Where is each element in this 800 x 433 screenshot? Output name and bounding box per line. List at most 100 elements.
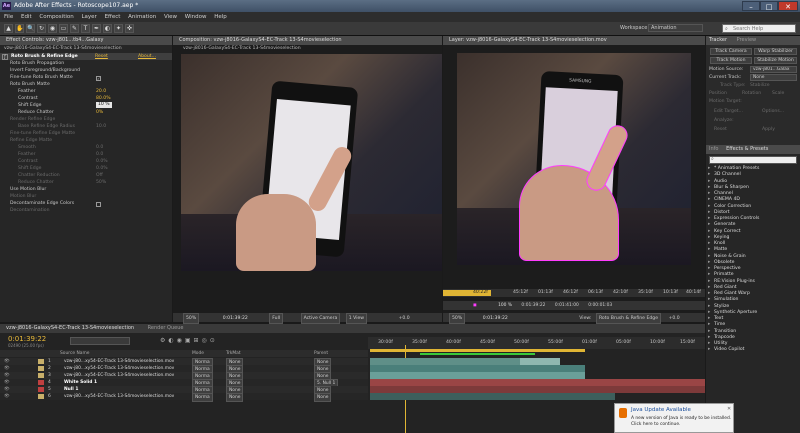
clone-tool-icon[interactable]: ◐ — [103, 24, 112, 33]
roto-overlay-icon[interactable]: ◼ — [473, 303, 477, 308]
zoom-tool-icon[interactable]: 🔍 — [26, 24, 35, 33]
layer-out-time[interactable]: 0:00:01:03 — [588, 303, 612, 308]
layer-in-time[interactable]: 0:01:39:22 — [521, 303, 545, 308]
effects-search-input[interactable]: ⌕ — [709, 156, 797, 164]
camera-tool-icon[interactable]: ◉ — [48, 24, 57, 33]
comp-zoom-dropdown[interactable]: 50% — [183, 313, 200, 324]
tab-render-queue[interactable]: Render Queue — [148, 325, 184, 331]
menu-file[interactable]: File — [4, 14, 13, 20]
layer-color-label[interactable] — [38, 366, 44, 371]
layer-color-label[interactable] — [38, 380, 44, 385]
layer-zoom-dropdown[interactable]: 50% — [449, 313, 466, 324]
layer-row[interactable]: 👁 5 Null 1 Norma None None — [0, 386, 368, 395]
eye-icon[interactable]: 👁 — [4, 372, 10, 379]
layer-row[interactable]: 👁 4 White Solid 1 Norma None 5. Null 1 — [0, 379, 368, 388]
layer-time-ruler[interactable]: 40:22f 45:12f 01:13f 46:12f 06:13f 42:10… — [443, 289, 705, 297]
composition-tab[interactable]: Composition: vzw-j8016-GalaxyS4-EC-Track… — [173, 36, 442, 45]
menu-animation[interactable]: Animation — [128, 14, 156, 20]
layer-mode-dropdown[interactable]: Norma — [192, 393, 213, 402]
layer-name[interactable]: vzw-j80...xy54-EC-Track 13-S4movieselect… — [64, 393, 174, 400]
layer-view-dropdown[interactable]: Roto Brush & Refine Edge — [595, 313, 662, 324]
decontaminate-checkbox[interactable] — [96, 202, 101, 207]
eye-icon[interactable]: 👁 — [4, 386, 10, 393]
layer-row[interactable]: 👁 6 vzw-j80...xy54-EC-Track 13-S4moviese… — [0, 393, 368, 402]
selection-tool-icon[interactable]: ▲ — [4, 24, 13, 33]
composition-subtab[interactable]: vzw-j8016-GalaxyS4-EC-Track 13-S4moviese… — [183, 46, 301, 52]
menu-layer[interactable]: Layer — [81, 14, 96, 20]
layer-zoom-percent[interactable]: 100 % — [498, 303, 512, 308]
effect-about-link[interactable]: About... — [138, 54, 156, 60]
track-camera-button[interactable]: Track Camera — [710, 48, 752, 55]
param-row[interactable]: Contrast — [18, 96, 38, 102]
col-mode[interactable]: Mode — [192, 350, 204, 357]
layer-bar[interactable] — [370, 379, 705, 386]
layer-color-label[interactable] — [38, 387, 44, 392]
layer-row[interactable]: 👁 1 vzw-j80...xy54-EC-Track 13-S4moviese… — [0, 358, 368, 367]
layer-color-label[interactable] — [38, 359, 44, 364]
layer-row[interactable]: 👁 3 vzw-j80...xy54-EC-Track 13-S4moviese… — [0, 372, 368, 381]
layer-bar[interactable] — [370, 386, 705, 393]
layer-bar[interactable] — [370, 358, 520, 365]
menu-effect[interactable]: Effect — [105, 14, 121, 20]
comp-resolution-dropdown[interactable]: Full — [269, 313, 284, 324]
menu-help[interactable]: Help — [214, 14, 227, 20]
param-row[interactable]: Decontaminate Edge Colors — [10, 201, 74, 207]
tab-preview[interactable]: Preview — [737, 37, 756, 43]
menu-edit[interactable]: Edit — [21, 14, 32, 20]
layer-name[interactable]: vzw-j80...xy54-EC-Track 13-S4movieselect… — [64, 372, 174, 379]
effect-reset-link[interactable]: Reset — [95, 54, 108, 60]
composition-viewer[interactable] — [181, 54, 442, 271]
param-row[interactable]: Roto Brush Propagation — [10, 61, 64, 67]
timeline-search-input[interactable] — [70, 337, 130, 345]
param-row[interactable]: Reduce Chatter — [18, 110, 54, 116]
layer-trkmat-dropdown[interactable]: None — [226, 393, 244, 402]
layer-bar[interactable] — [520, 358, 560, 365]
layer-viewer[interactable]: SAMSUNG — [457, 53, 691, 265]
param-row[interactable]: Fine-tune Roto Brush Matte — [10, 75, 73, 81]
current-track-dropdown[interactable]: None — [750, 74, 797, 81]
search-help-input[interactable]: ⌕ Search Help — [722, 24, 796, 33]
puppet-tool-icon[interactable]: ✜ — [125, 24, 134, 33]
menu-view[interactable]: View — [164, 14, 177, 20]
param-row[interactable]: Roto Brush Matte — [10, 82, 50, 88]
menu-window[interactable]: Window — [185, 14, 207, 20]
type-tool-icon[interactable]: T — [81, 24, 90, 33]
param-row[interactable]: Use Motion Blur — [10, 187, 46, 193]
pen-tool-icon[interactable]: ✎ — [70, 24, 79, 33]
col-source-name[interactable]: Source Name — [60, 350, 89, 357]
layer-name[interactable]: vzw-j80...xy54-EC-Track 13-S4movieselect… — [64, 358, 174, 365]
java-popup-line2[interactable]: Click here to continue. — [631, 422, 680, 428]
param-row[interactable]: Invert Foreground/Background — [10, 68, 80, 74]
effect-category[interactable]: Video Copilot — [708, 347, 759, 354]
brush-tool-icon[interactable]: ✒ — [92, 24, 101, 33]
comp-camera-dropdown[interactable]: Active Camera — [300, 313, 341, 324]
reduce-chatter-value[interactable]: 0% — [96, 110, 103, 116]
close-button[interactable]: ✕ — [778, 1, 798, 11]
tab-effects-presets[interactable]: Effects & Presets — [726, 146, 768, 152]
layer-parent-dropdown[interactable]: None — [314, 393, 332, 402]
fine-tune-checkbox[interactable]: ✓ — [96, 76, 101, 81]
rectangle-tool-icon[interactable]: ▭ — [59, 24, 68, 33]
menu-composition[interactable]: Composition — [39, 14, 73, 20]
timeline-work-area-bar[interactable] — [370, 349, 585, 352]
layer-duration-time[interactable]: 0:01:41:00 — [555, 303, 579, 308]
tab-timeline-comp[interactable]: vzw-j8016-GalaxyS4-EC-Track 13-S4moviese… — [6, 325, 134, 331]
eye-icon[interactable]: 👁 — [4, 358, 10, 365]
shift-edge-value[interactable]: 10 % — [96, 102, 112, 108]
tab-info[interactable]: Info — [709, 146, 718, 152]
eye-icon[interactable]: 👁 — [4, 393, 10, 400]
roto-brush-tool-icon[interactable]: ✦ — [114, 24, 123, 33]
eye-icon[interactable]: 👁 — [4, 379, 10, 386]
fx-toggle-icon[interactable]: ƒ — [2, 54, 8, 60]
layer-bar[interactable] — [370, 365, 585, 372]
feather-value[interactable]: 20.0 — [96, 89, 106, 95]
layer-timecode[interactable]: 0:01:39:22 — [483, 316, 508, 321]
layer-name[interactable]: White Solid 1 — [64, 379, 97, 386]
maximize-button[interactable]: □ — [760, 1, 778, 11]
param-row[interactable]: Feather — [18, 89, 35, 95]
rotate-tool-icon[interactable]: ↻ — [37, 24, 46, 33]
comp-view-dropdown[interactable]: 1 View — [345, 313, 368, 324]
track-motion-button[interactable]: Track Motion — [710, 57, 752, 64]
warp-stabilizer-button[interactable]: Warp Stabilizer — [754, 48, 797, 55]
java-update-notification[interactable]: Java Update Available A new version of J… — [614, 403, 734, 433]
